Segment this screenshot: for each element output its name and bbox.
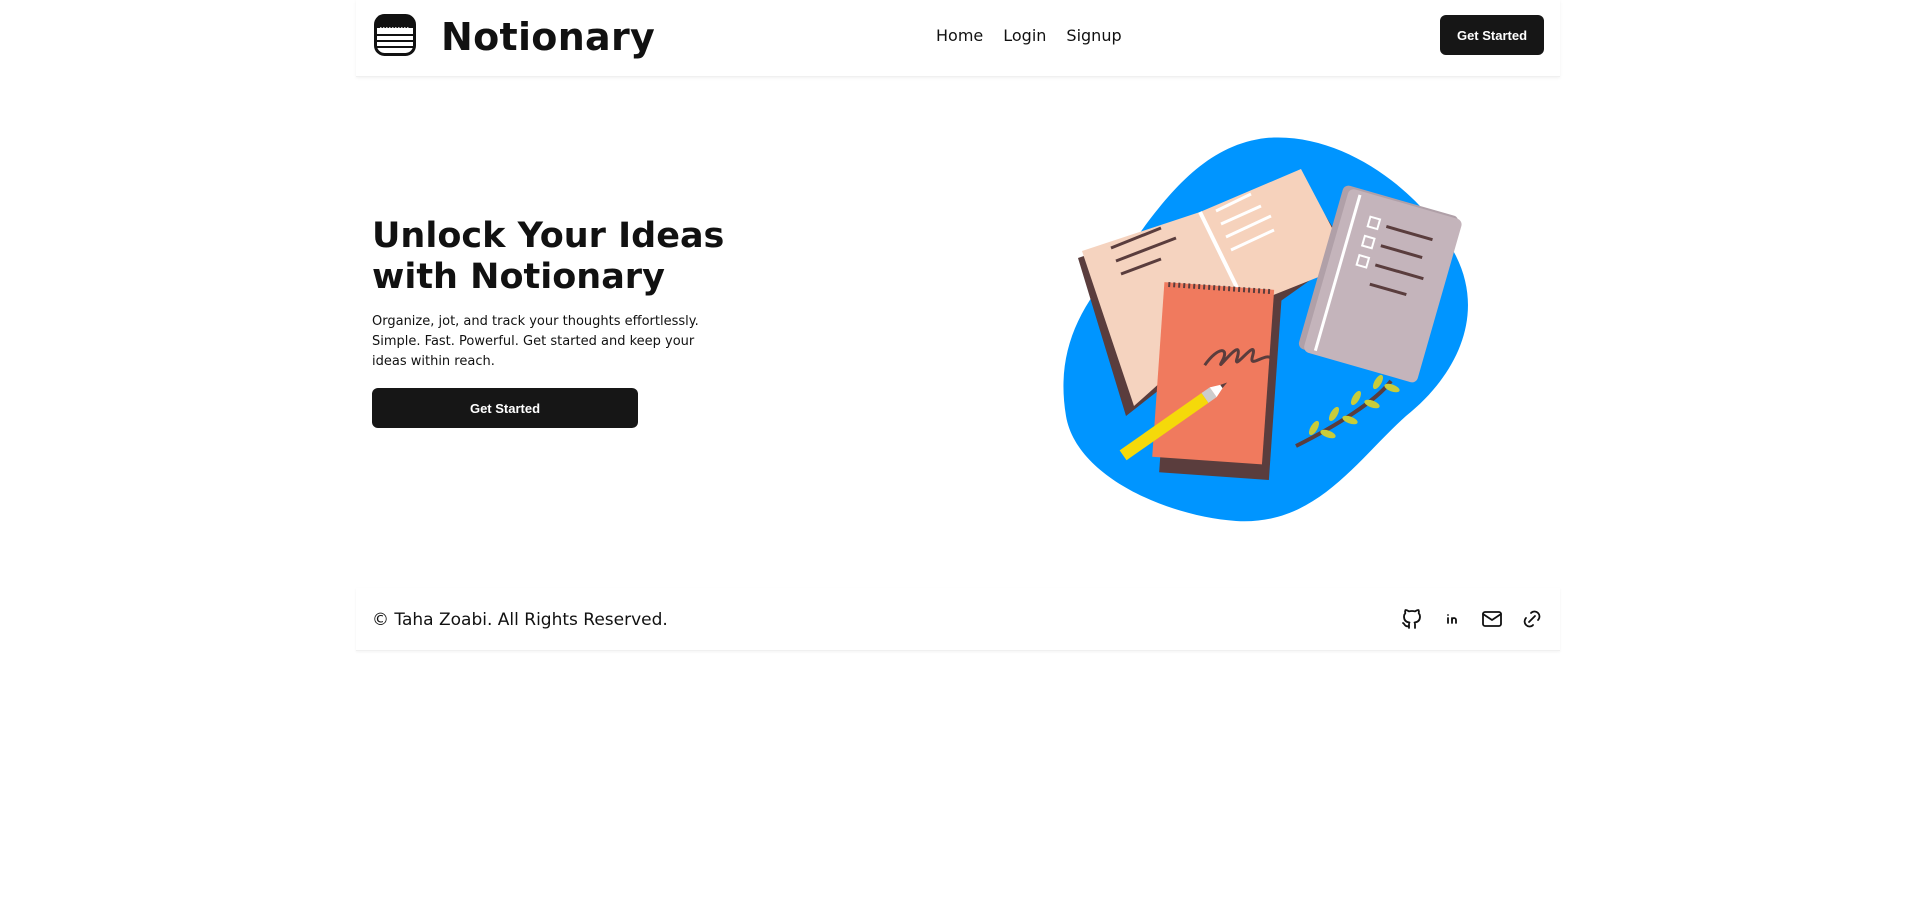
mail-icon[interactable] (1478, 605, 1506, 633)
hero-section: Unlock Your Ideas with Notionary Organiz… (356, 96, 1560, 556)
hero-get-started-button[interactable]: Get Started (372, 388, 638, 428)
site-header: Notionary Home Login Signup Get Started (356, 0, 1560, 77)
header-get-started-button[interactable]: Get Started (1440, 15, 1544, 55)
copyright-text: © Taha Zoabi. All Rights Reserved. (372, 610, 668, 630)
nav-login[interactable]: Login (1003, 24, 1046, 48)
brand-name[interactable]: Notionary (441, 12, 655, 62)
social-links (1398, 605, 1546, 633)
site-footer: © Taha Zoabi. All Rights Reserved. (356, 588, 1560, 651)
notebook-icon[interactable] (374, 14, 416, 56)
link-icon[interactable] (1518, 605, 1546, 633)
linkedin-icon[interactable] (1438, 605, 1466, 633)
main-nav: Home Login Signup (936, 24, 1122, 48)
hero-description: Organize, jot, and track your thoughts e… (372, 314, 699, 369)
github-icon[interactable] (1398, 605, 1426, 633)
hero-title: Unlock Your Ideas with Notionary (372, 216, 725, 297)
nav-home[interactable]: Home (936, 24, 983, 48)
page: Notionary Home Login Signup Get Started … (0, 0, 1912, 905)
nav-signup[interactable]: Signup (1066, 24, 1121, 48)
notebooks-illustration (1016, 116, 1516, 536)
